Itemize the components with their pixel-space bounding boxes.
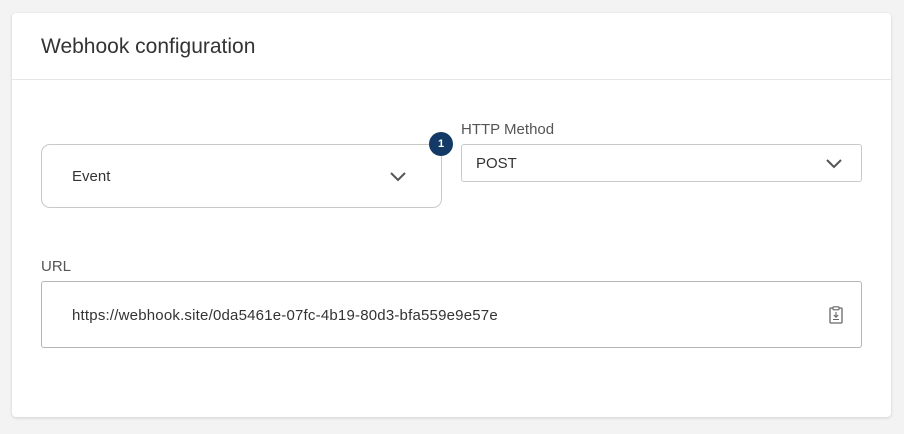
chevron-down-icon: [826, 159, 842, 169]
card-title: Webhook configuration: [41, 35, 256, 58]
http-method-value: POST: [476, 155, 517, 172]
http-method-label: HTTP Method: [461, 121, 555, 138]
url-field[interactable]: https://webhook.site/0da5461e-07fc-4b19-…: [41, 281, 862, 348]
card-header: Webhook configuration: [12, 13, 891, 80]
url-label: URL: [41, 258, 72, 275]
clipboard-icon[interactable]: [829, 306, 843, 324]
url-value: https://webhook.site/0da5461e-07fc-4b19-…: [72, 307, 498, 324]
webhook-configuration-card: Webhook configuration Event 1 HTTP Metho…: [12, 13, 891, 417]
event-select-value: Event: [72, 168, 111, 185]
step-badge: 1: [429, 132, 453, 156]
chevron-down-icon: [390, 172, 406, 182]
event-select[interactable]: Event: [41, 144, 442, 208]
http-method-select[interactable]: POST: [461, 144, 862, 182]
